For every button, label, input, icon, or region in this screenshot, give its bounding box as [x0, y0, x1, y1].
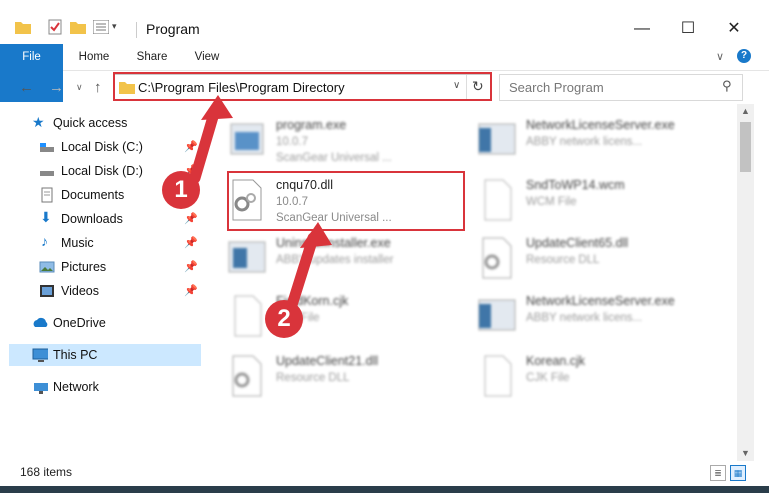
explorer-window: ▾ Program — ☐ ✕ File Home Share View ∨ ?…	[0, 0, 769, 486]
desktop-strip	[0, 486, 769, 493]
annotation-arrows	[189, 95, 332, 311]
step-badge-1: 1	[162, 171, 200, 209]
step-badge-2: 2	[265, 300, 303, 338]
